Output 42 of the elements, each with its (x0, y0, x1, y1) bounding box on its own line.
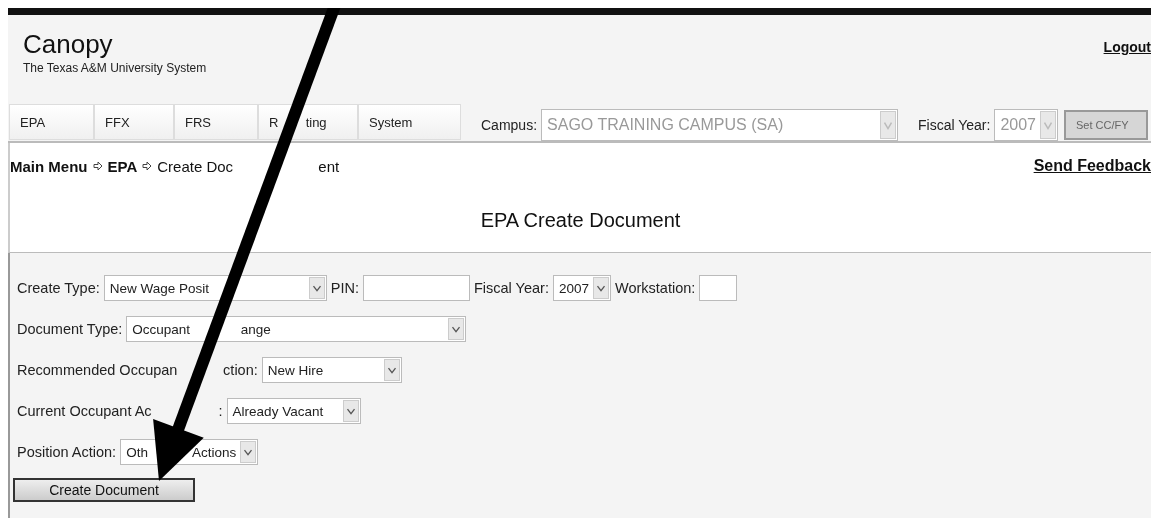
field-label: Campus: (481, 117, 538, 133)
breadcrumb-item: Create Doc (157, 157, 234, 175)
dropdown[interactable]: New Wage Posit (103, 275, 327, 301)
dropdown[interactable]: Occupant ange (126, 316, 467, 342)
app-subtitle: The Texas A&M University System (23, 61, 207, 75)
breadcrumb-item: Main Menu (10, 157, 88, 175)
field-label: Create Type: (17, 280, 100, 296)
dropdown[interactable]: 2007 (552, 275, 611, 301)
input-field[interactable] (362, 275, 470, 301)
breadcrumb-item: ent (318, 157, 340, 175)
caret-icon (448, 318, 465, 340)
breadcrumb-item: EPA (107, 157, 138, 175)
caret-icon (308, 277, 325, 299)
nav-tab[interactable]: FRS (174, 104, 258, 140)
logout-link[interactable]: Logout (1103, 39, 1151, 89)
create-document-button[interactable]: Create Document (13, 478, 195, 502)
field-label: : (218, 403, 223, 419)
field-label: Workstation: (615, 280, 696, 296)
caret-icon (240, 441, 257, 463)
field-label: PIN: (330, 280, 359, 296)
caret-icon (880, 111, 897, 139)
field-label: Current Occupant Ac (17, 403, 152, 419)
field-label: Fiscal Year: (473, 280, 549, 296)
caret-icon (383, 359, 400, 381)
field-label: Position Action: (17, 444, 117, 460)
input-field[interactable] (699, 275, 738, 301)
caret-icon (342, 400, 359, 422)
field-label: Document Type: (17, 321, 123, 337)
feedback-link[interactable]: Send Feedback (1033, 157, 1151, 175)
dropdown[interactable]: New Hire (261, 357, 402, 383)
field-label: ction: (223, 362, 258, 378)
arrow-icon (92, 161, 103, 171)
field-label: Recommended Occupan (17, 362, 178, 378)
nav-tab[interactable]: System (358, 104, 461, 140)
nav-tab[interactable]: EPA (9, 104, 94, 140)
app-title: Canopy (23, 29, 114, 59)
nav-tab[interactable]: FFX (94, 104, 174, 140)
field-label: Fiscal Year: (918, 117, 991, 133)
caret-icon (1040, 111, 1056, 139)
arrow-icon (142, 161, 153, 171)
dropdown[interactable]: Already Vacant (226, 398, 361, 424)
caret-icon (593, 277, 609, 299)
